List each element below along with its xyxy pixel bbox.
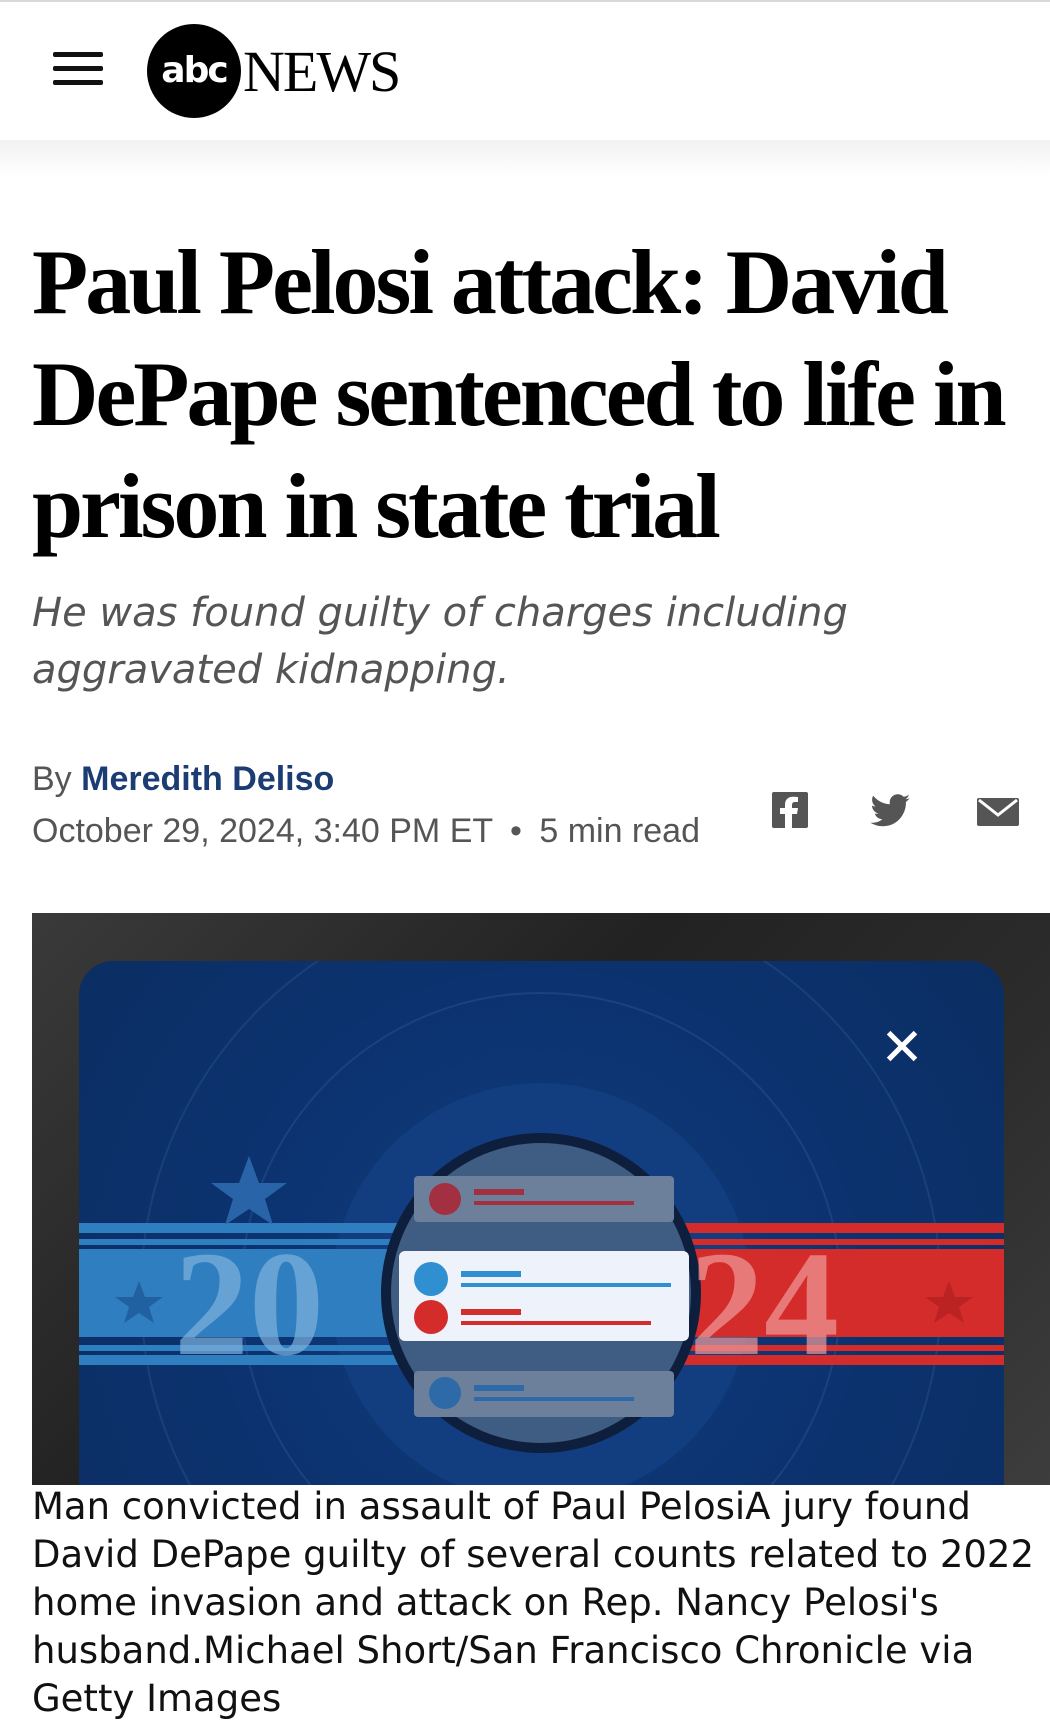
- facebook-share-button[interactable]: [770, 790, 810, 830]
- election-promo-overlay[interactable]: 20 24 ✕: [79, 961, 1004, 1485]
- menu-button[interactable]: [50, 46, 106, 92]
- hamburger-icon: [53, 52, 103, 57]
- byline-prefix: By: [32, 760, 72, 798]
- promo-year-right: 24: [689, 1221, 839, 1387]
- twitter-share-button[interactable]: [870, 790, 910, 830]
- close-promo-button[interactable]: ✕: [879, 1022, 925, 1074]
- page-title: Paul Pelosi attack: David DePape sentenc…: [32, 231, 1007, 557]
- top-bar: abc NEWS: [0, 0, 1050, 140]
- logo-mark: abc: [147, 24, 241, 118]
- header-shadow: [0, 140, 1050, 176]
- publish-date: October 29, 2024, 3:40 PM ET: [32, 812, 493, 850]
- promo-year-left: 20: [174, 1221, 324, 1387]
- read-time: 5 min read: [539, 812, 700, 850]
- email-share-button[interactable]: [975, 790, 1021, 830]
- top-border: [0, 0, 1050, 2]
- abc-news-logo[interactable]: abc NEWS: [147, 24, 447, 118]
- twitter-icon: [870, 794, 910, 827]
- author-link[interactable]: Meredith Deliso: [81, 760, 334, 798]
- dateline: October 29, 2024, 3:40 PM ET • 5 min rea…: [32, 812, 700, 851]
- article-hero-media[interactable]: 20 24 ✕: [32, 913, 1050, 1485]
- byline: By Meredith Deliso: [32, 760, 334, 799]
- separator-dot: •: [509, 812, 522, 850]
- logo-wordmark: NEWS: [243, 39, 401, 104]
- facebook-icon: [772, 792, 808, 828]
- article-subheadline: He was found guilty of charges including…: [32, 590, 848, 693]
- image-caption: Man convicted in assault of Paul PelosiA…: [32, 1485, 1035, 1720]
- email-icon: [977, 798, 1019, 826]
